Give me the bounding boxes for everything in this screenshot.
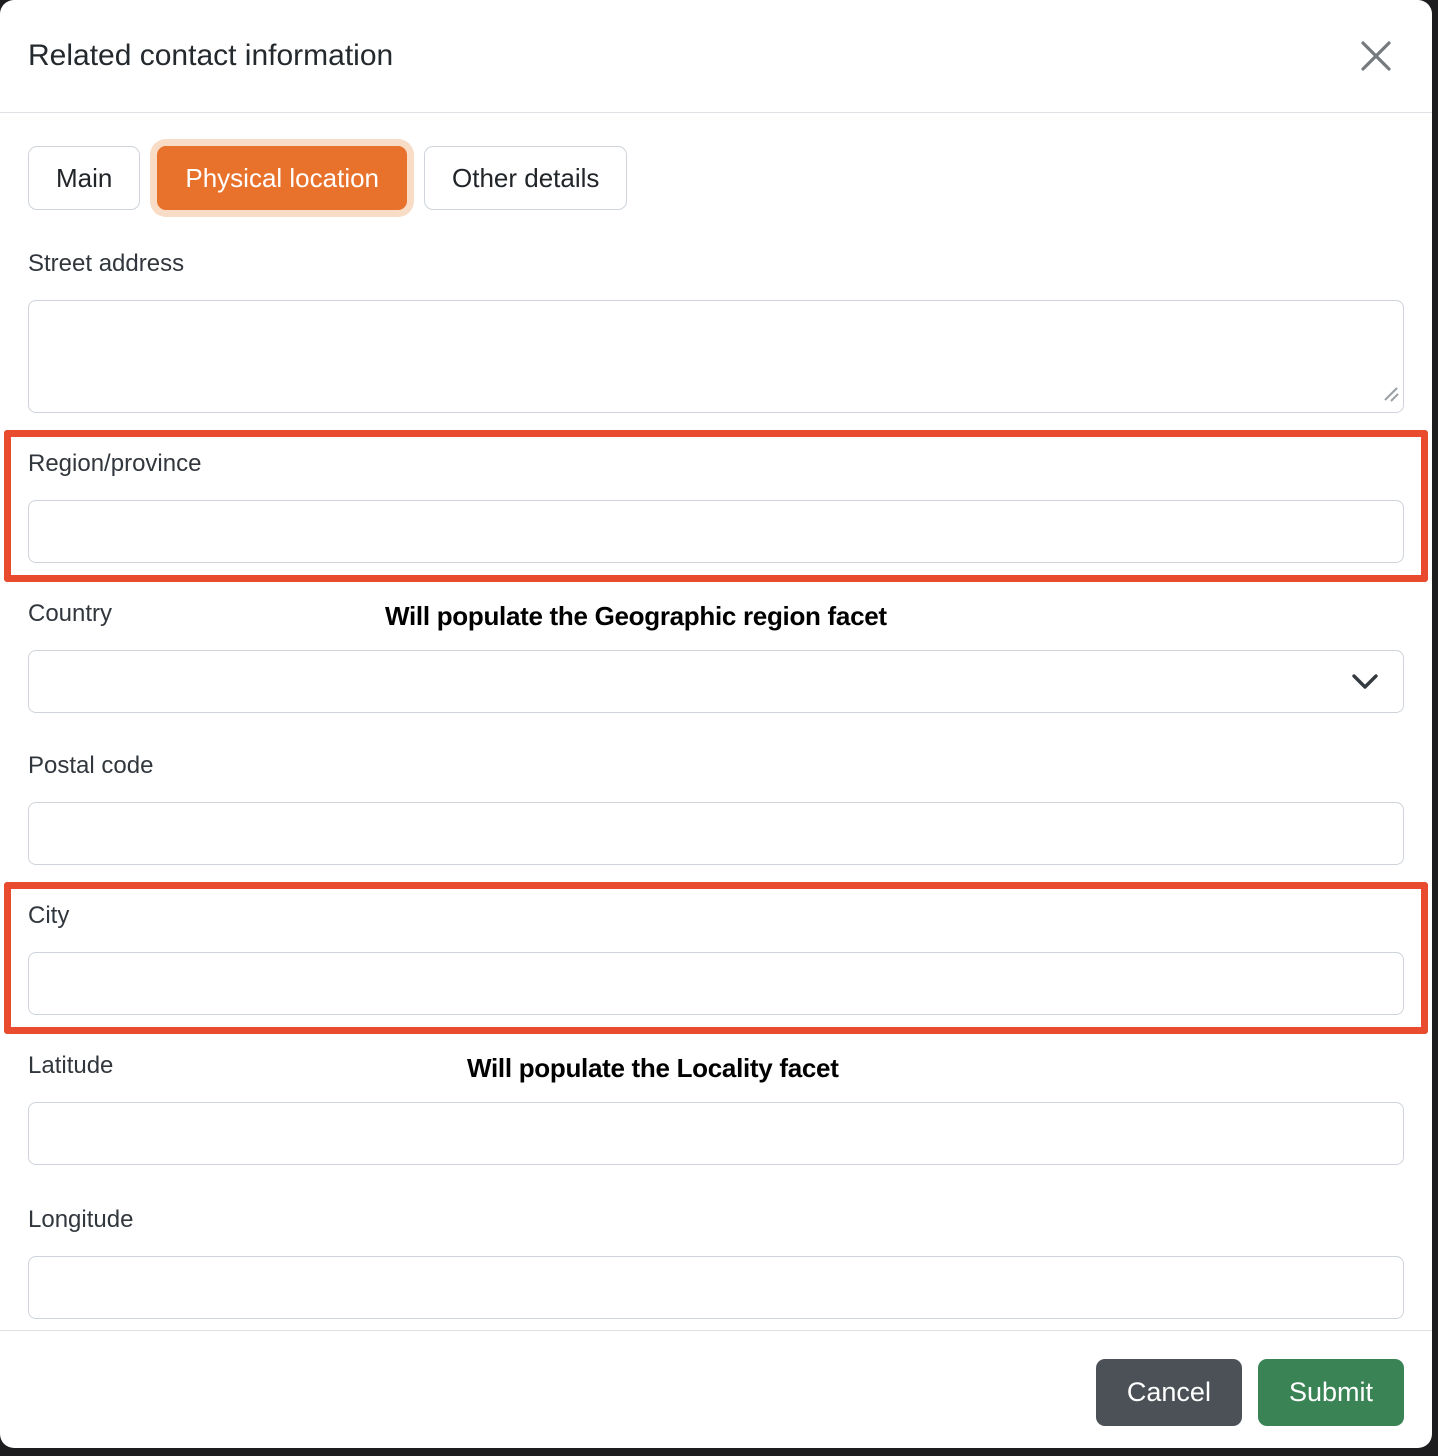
longitude-input[interactable] — [28, 1256, 1404, 1319]
dialog-header: Related contact information — [0, 0, 1432, 113]
city-highlight-box: City — [4, 882, 1428, 1034]
region-province-label: Region/province — [28, 449, 201, 479]
region-province-group: Region/province — [28, 449, 1404, 563]
dialog-body: Main Physical location Other details Str… — [0, 113, 1432, 1330]
submit-button[interactable]: Submit — [1258, 1359, 1404, 1426]
x-icon — [1357, 37, 1395, 75]
postal-code-group: Postal code — [28, 751, 1404, 865]
street-address-textarea[interactable] — [28, 300, 1404, 413]
country-label: Country — [28, 599, 112, 629]
region-province-input[interactable] — [28, 500, 1404, 563]
tab-main[interactable]: Main — [28, 146, 140, 210]
locality-annotation: Will populate the Locality facet — [467, 1053, 839, 1083]
country-group: Country Will populate the Geographic reg… — [28, 599, 1404, 713]
longitude-label: Longitude — [28, 1205, 133, 1235]
longitude-group: Longitude — [28, 1205, 1404, 1319]
postal-code-input[interactable] — [28, 802, 1404, 865]
related-contact-dialog: Related contact information Main Physica… — [0, 0, 1432, 1448]
close-button[interactable] — [1354, 34, 1398, 78]
latitude-group: Latitude Will populate the Locality face… — [28, 1051, 1404, 1165]
dialog-footer: Cancel Submit — [0, 1330, 1432, 1448]
dialog-title: Related contact information — [28, 35, 393, 77]
tab-physical-location[interactable]: Physical location — [157, 146, 407, 210]
city-label: City — [28, 901, 69, 931]
city-input[interactable] — [28, 952, 1404, 1015]
region-province-highlight-box: Region/province — [4, 430, 1428, 582]
city-group: City — [28, 901, 1404, 1015]
latitude-input[interactable] — [28, 1102, 1404, 1165]
street-address-label: Street address — [28, 249, 184, 279]
tab-other-details[interactable]: Other details — [424, 146, 627, 210]
street-address-group: Street address — [28, 249, 1404, 413]
cancel-button[interactable]: Cancel — [1096, 1359, 1242, 1426]
postal-code-label: Postal code — [28, 751, 153, 781]
tab-bar: Main Physical location Other details — [28, 146, 1404, 210]
latitude-label: Latitude — [28, 1051, 113, 1081]
country-select[interactable] — [28, 650, 1404, 713]
geographic-region-annotation: Will populate the Geographic region face… — [385, 601, 887, 631]
